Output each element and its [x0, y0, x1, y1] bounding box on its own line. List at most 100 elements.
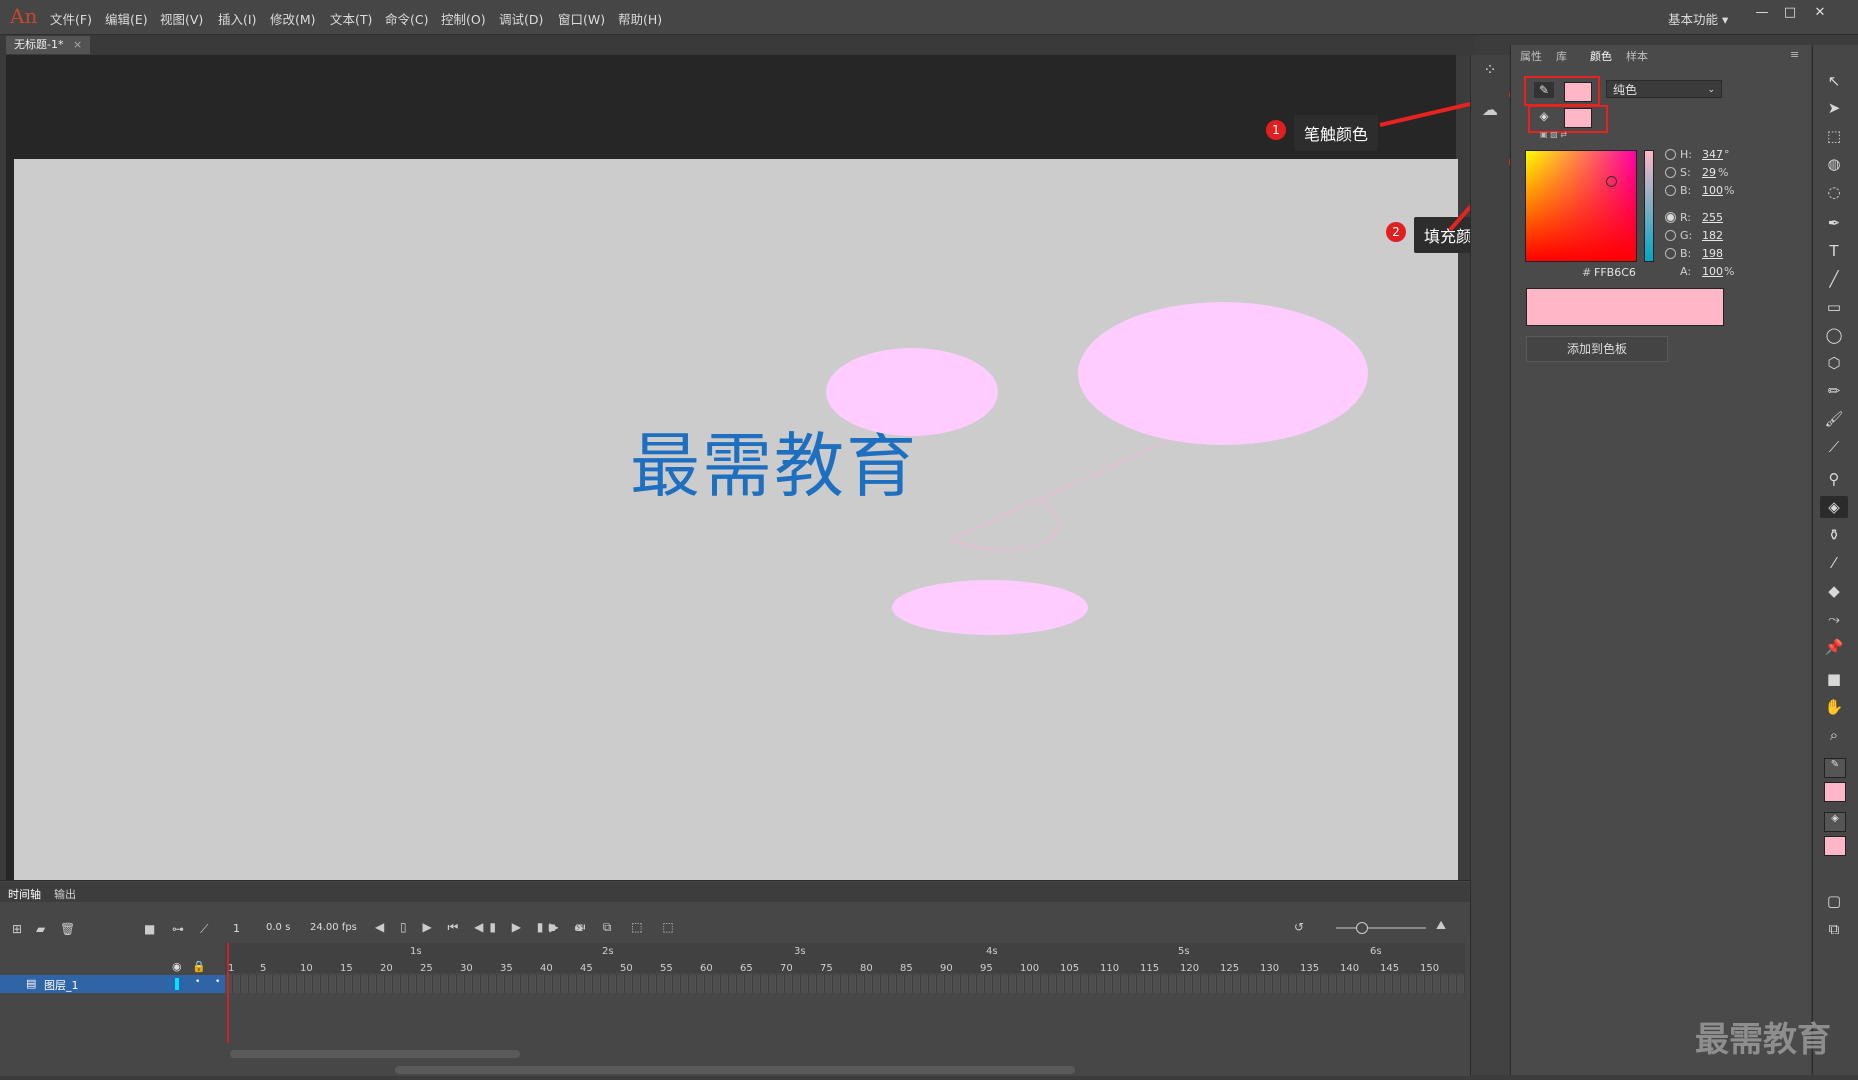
lasso-icon[interactable]: ◌: [1820, 181, 1848, 203]
menu-modify[interactable]: 修改(M): [270, 9, 316, 28]
color-picker-field[interactable]: [1525, 150, 1637, 262]
zoom-slider[interactable]: [1336, 927, 1426, 929]
layer-name[interactable]: 图层_1: [44, 977, 79, 993]
tab-swatches[interactable]: 样本: [1626, 48, 1648, 64]
menu-help[interactable]: 帮助(H): [618, 9, 662, 28]
menu-file[interactable]: 文件(F): [50, 9, 92, 28]
fill-color-swatch[interactable]: [1564, 108, 1592, 128]
eraser-icon[interactable]: ◆: [1820, 580, 1848, 602]
lock-dot[interactable]: •: [215, 977, 220, 987]
stroke-tool-swatch[interactable]: [1824, 782, 1846, 802]
hex-value[interactable]: FFB6C6: [1594, 266, 1636, 279]
new-layer-icon[interactable]: ⊞: [12, 922, 22, 936]
line-icon[interactable]: ╱: [1820, 268, 1848, 290]
zoom-slider-thumb[interactable]: [1356, 922, 1368, 934]
object-drawing-icon[interactable]: ▢: [1820, 890, 1848, 912]
menu-debug[interactable]: 调试(D): [499, 9, 543, 28]
ink-bottle-icon[interactable]: ⚱: [1820, 524, 1848, 546]
workspace-switcher[interactable]: 基本功能 ▾: [1668, 9, 1728, 28]
lock-all-icon[interactable]: 🔒: [192, 960, 206, 973]
ellipse-shape[interactable]: [826, 348, 998, 436]
tab-properties[interactable]: 属性: [1520, 48, 1542, 64]
document-tab[interactable]: 无标题-1* ×: [6, 36, 91, 54]
snap-icon[interactable]: ⧉: [1820, 918, 1848, 940]
stroke-tool-icon[interactable]: ✎: [1824, 758, 1846, 778]
menu-view[interactable]: 视图(V): [160, 9, 203, 28]
new-folder-icon[interactable]: ▰: [36, 922, 45, 936]
radio-blue[interactable]: [1665, 248, 1676, 259]
radio-g[interactable]: [1665, 230, 1676, 241]
loop-icon[interactable]: ↺: [1294, 920, 1304, 934]
menu-commands[interactable]: 命令(C): [385, 9, 428, 28]
stroke-color-swatch[interactable]: [1564, 82, 1592, 102]
bone-icon[interactable]: ⚲: [1820, 468, 1848, 490]
fill-tool-icon[interactable]: ◈: [1824, 812, 1846, 832]
frames-row[interactable]: [225, 975, 1465, 993]
current-frame[interactable]: 1: [233, 922, 240, 935]
eyedropper-icon[interactable]: ⁄: [1820, 552, 1848, 574]
ellipse-shape[interactable]: [892, 580, 1088, 635]
s-value[interactable]: 29: [1702, 166, 1716, 179]
add-to-swatches-button[interactable]: 添加到色板: [1526, 336, 1668, 362]
elapsed-time[interactable]: 0.0 s: [266, 922, 290, 933]
paint-brush-icon[interactable]: 🖌: [1820, 408, 1848, 430]
timeline-scrollbar[interactable]: [230, 1050, 520, 1058]
menu-insert[interactable]: 插入(I): [218, 9, 256, 28]
radio-b[interactable]: [1665, 185, 1676, 196]
ellipse-shape[interactable]: [1078, 302, 1368, 445]
paint-bucket-icon[interactable]: ◈: [1820, 496, 1848, 518]
radio-h[interactable]: [1665, 149, 1676, 160]
parent-view-icon[interactable]: ⊶: [172, 922, 184, 936]
3d-rotate-icon[interactable]: ◍: [1820, 153, 1848, 175]
free-transform-icon[interactable]: ⬚: [1820, 125, 1848, 147]
close-icon[interactable]: ✕: [1808, 4, 1832, 22]
b-value[interactable]: 100: [1702, 184, 1723, 197]
alpha-value[interactable]: 100: [1702, 265, 1723, 278]
hue-slider[interactable]: [1644, 150, 1654, 262]
menu-text[interactable]: 文本(T): [330, 9, 372, 28]
camera-toggle-icon[interactable]: ■: [144, 922, 155, 936]
picker-cursor-icon[interactable]: [1606, 176, 1617, 187]
tab-library[interactable]: 库: [1556, 48, 1567, 64]
close-tab-icon[interactable]: ×: [73, 38, 82, 51]
g-value[interactable]: 182: [1702, 229, 1723, 242]
tab-timeline[interactable]: 时间轴: [8, 886, 41, 902]
onion-skin-controls[interactable]: ⧈ ⧇ ⧉ ⬚ ⬚: [548, 920, 682, 935]
menu-edit[interactable]: 编辑(E): [105, 9, 148, 28]
minimize-icon[interactable]: —: [1750, 4, 1774, 22]
brush-icon[interactable]: ⟋: [1820, 436, 1848, 458]
delete-icon[interactable]: 🗑: [60, 922, 75, 936]
tab-color[interactable]: 颜色: [1590, 48, 1612, 64]
panel-menu-icon[interactable]: ≡: [1790, 48, 1799, 61]
menu-window[interactable]: 窗口(W): [558, 9, 605, 28]
swap-colors-icon[interactable]: ▣ ▧ ⇄: [1540, 130, 1590, 139]
width-icon[interactable]: ⤳: [1820, 608, 1848, 630]
polystar-icon[interactable]: ⬡: [1820, 352, 1848, 374]
camera-icon[interactable]: ■: [1820, 668, 1848, 690]
r-value[interactable]: 255: [1702, 211, 1723, 224]
stage[interactable]: [14, 159, 1458, 882]
tab-output[interactable]: 输出: [54, 886, 76, 902]
visibility-dot[interactable]: •: [195, 977, 200, 987]
zoom-icon[interactable]: ⌕: [1820, 724, 1848, 746]
pen-icon[interactable]: ✒: [1820, 212, 1848, 234]
mountain-icon[interactable]: ⛰: [1436, 918, 1446, 933]
fill-tool-swatch[interactable]: [1824, 836, 1846, 856]
subselect-icon[interactable]: ➤: [1820, 97, 1848, 119]
pencil-icon[interactable]: ✏: [1820, 380, 1848, 402]
paint-bucket-fill-icon[interactable]: ◈: [1534, 108, 1554, 124]
text-icon[interactable]: T: [1820, 240, 1848, 262]
frame-rate[interactable]: 24.00 fps: [310, 922, 357, 933]
horizontal-scrollbar[interactable]: [395, 1066, 1075, 1074]
layer-row[interactable]: ▤ 图层_1 • •: [0, 975, 225, 993]
hand-icon[interactable]: ✋: [1820, 696, 1848, 718]
motion-presets-icon[interactable]: ⁘: [1478, 60, 1502, 84]
pencil-stroke-icon[interactable]: ✎: [1534, 82, 1554, 98]
menu-control[interactable]: 控制(O): [441, 9, 486, 28]
radio-s[interactable]: [1665, 167, 1676, 178]
playhead[interactable]: [227, 943, 229, 1043]
show-hide-all-icon[interactable]: ◉: [172, 960, 182, 973]
maximize-icon[interactable]: □: [1778, 4, 1802, 22]
arrow-icon[interactable]: ↖: [1820, 70, 1848, 92]
graph-icon[interactable]: ⟋: [200, 922, 208, 937]
